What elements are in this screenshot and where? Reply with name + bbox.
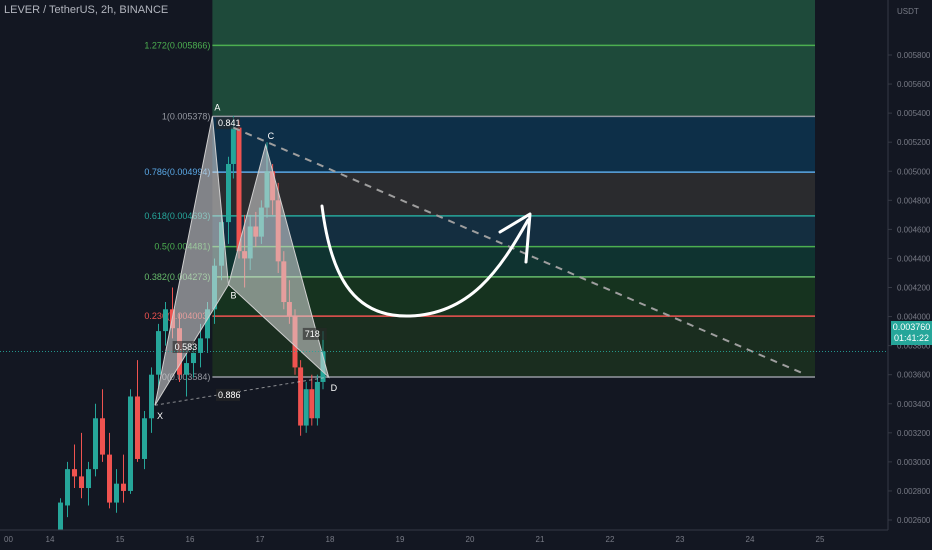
price-chart[interactable]: 1.272(0.005866)1(0.005378)0.786(0.004994… <box>0 0 932 550</box>
price-tick-label: 0.005200 <box>897 138 931 147</box>
price-tick-label: 0.004200 <box>897 284 931 293</box>
candle-body <box>226 163 231 223</box>
candle-body <box>100 418 105 455</box>
price-tick-label: 0.002800 <box>897 487 931 496</box>
fib-zone <box>212 172 815 216</box>
candle-body <box>93 418 98 470</box>
harmonic-point-x: X <box>157 411 163 421</box>
candle-body <box>236 127 242 252</box>
candle-body <box>107 454 112 503</box>
time-tick-label: 23 <box>676 535 685 544</box>
price-tick-label: 0.003200 <box>897 429 931 438</box>
harmonic-point-c: C <box>268 131 275 141</box>
time-tick-label: 25 <box>816 535 825 544</box>
candle-body <box>309 389 315 419</box>
candle-body <box>230 127 236 164</box>
fib-zone <box>212 0 815 46</box>
time-tick-label: 17 <box>256 535 265 544</box>
candle-body <box>72 469 77 477</box>
price-tick-label: 0.005800 <box>897 51 931 60</box>
time-tick-label: 21 <box>536 535 545 544</box>
candle-body <box>65 469 70 506</box>
price-tick-label: 0.002600 <box>897 516 931 525</box>
price-tick-label: 0.005600 <box>897 80 931 89</box>
price-tick-label: 0.003000 <box>897 458 931 467</box>
candle-body <box>298 367 304 426</box>
harmonic-ratio-label: 0.583 <box>175 342 198 352</box>
time-tick-label: 19 <box>396 535 405 544</box>
candle-body <box>163 309 168 332</box>
candle-body <box>121 483 126 491</box>
bar-countdown: 01:41:22 <box>893 333 930 343</box>
harmonic-ratio-label: 718 <box>305 329 320 339</box>
fib-level-label: 1.272(0.005866) <box>144 40 210 50</box>
harmonic-ratio-label: 0.886 <box>218 390 241 400</box>
candle-body <box>303 389 309 426</box>
fib-level-label: 1(0.005378) <box>162 111 211 121</box>
time-tick-label: 14 <box>46 535 55 544</box>
candle-body <box>314 381 320 419</box>
price-tick-label: 0.004400 <box>897 254 931 263</box>
price-tick-label: 0.004600 <box>897 225 931 234</box>
last-price-value: 0.003760 <box>892 322 931 332</box>
time-tick-label: 24 <box>746 535 755 544</box>
time-tick-label: 15 <box>116 535 125 544</box>
harmonic-ratio-label: 0.841 <box>218 118 241 128</box>
candle-body <box>184 363 189 375</box>
price-tick-label: 0.003400 <box>897 400 931 409</box>
candle-body <box>114 483 119 503</box>
time-tick-label: 20 <box>466 535 475 544</box>
symbol-title: LEVER / TetherUS, 2h, BINANCE <box>4 4 169 16</box>
harmonic-point-b: B <box>231 291 237 301</box>
candle-body <box>58 502 63 532</box>
fib-zone <box>212 116 815 173</box>
time-tick-label: 22 <box>606 535 615 544</box>
candle-body <box>156 331 161 375</box>
price-axis-currency: USDT <box>897 7 919 16</box>
candle-body <box>79 476 84 489</box>
harmonic-point-d: D <box>331 383 338 393</box>
candle-body <box>191 352 196 364</box>
time-tick-label: 18 <box>326 535 335 544</box>
price-tick-label: 0.005400 <box>897 109 931 118</box>
price-tick-label: 0.005000 <box>897 167 931 176</box>
candle-body <box>198 338 203 353</box>
last-price-badge: 0.003760 01:41:22 <box>891 321 932 345</box>
price-tick-label: 0.004800 <box>897 196 931 205</box>
candle-body <box>128 396 133 491</box>
candle-body <box>142 418 147 459</box>
candle-body <box>135 396 140 459</box>
time-tick-label: 00 <box>4 535 13 544</box>
harmonic-point-a: A <box>214 102 220 112</box>
price-tick-label: 0.003600 <box>897 371 931 380</box>
candle-body <box>149 374 154 419</box>
candle-body <box>86 469 91 489</box>
time-tick-label: 16 <box>186 535 195 544</box>
fib-zone <box>212 45 815 117</box>
fib-zone <box>212 246 815 277</box>
